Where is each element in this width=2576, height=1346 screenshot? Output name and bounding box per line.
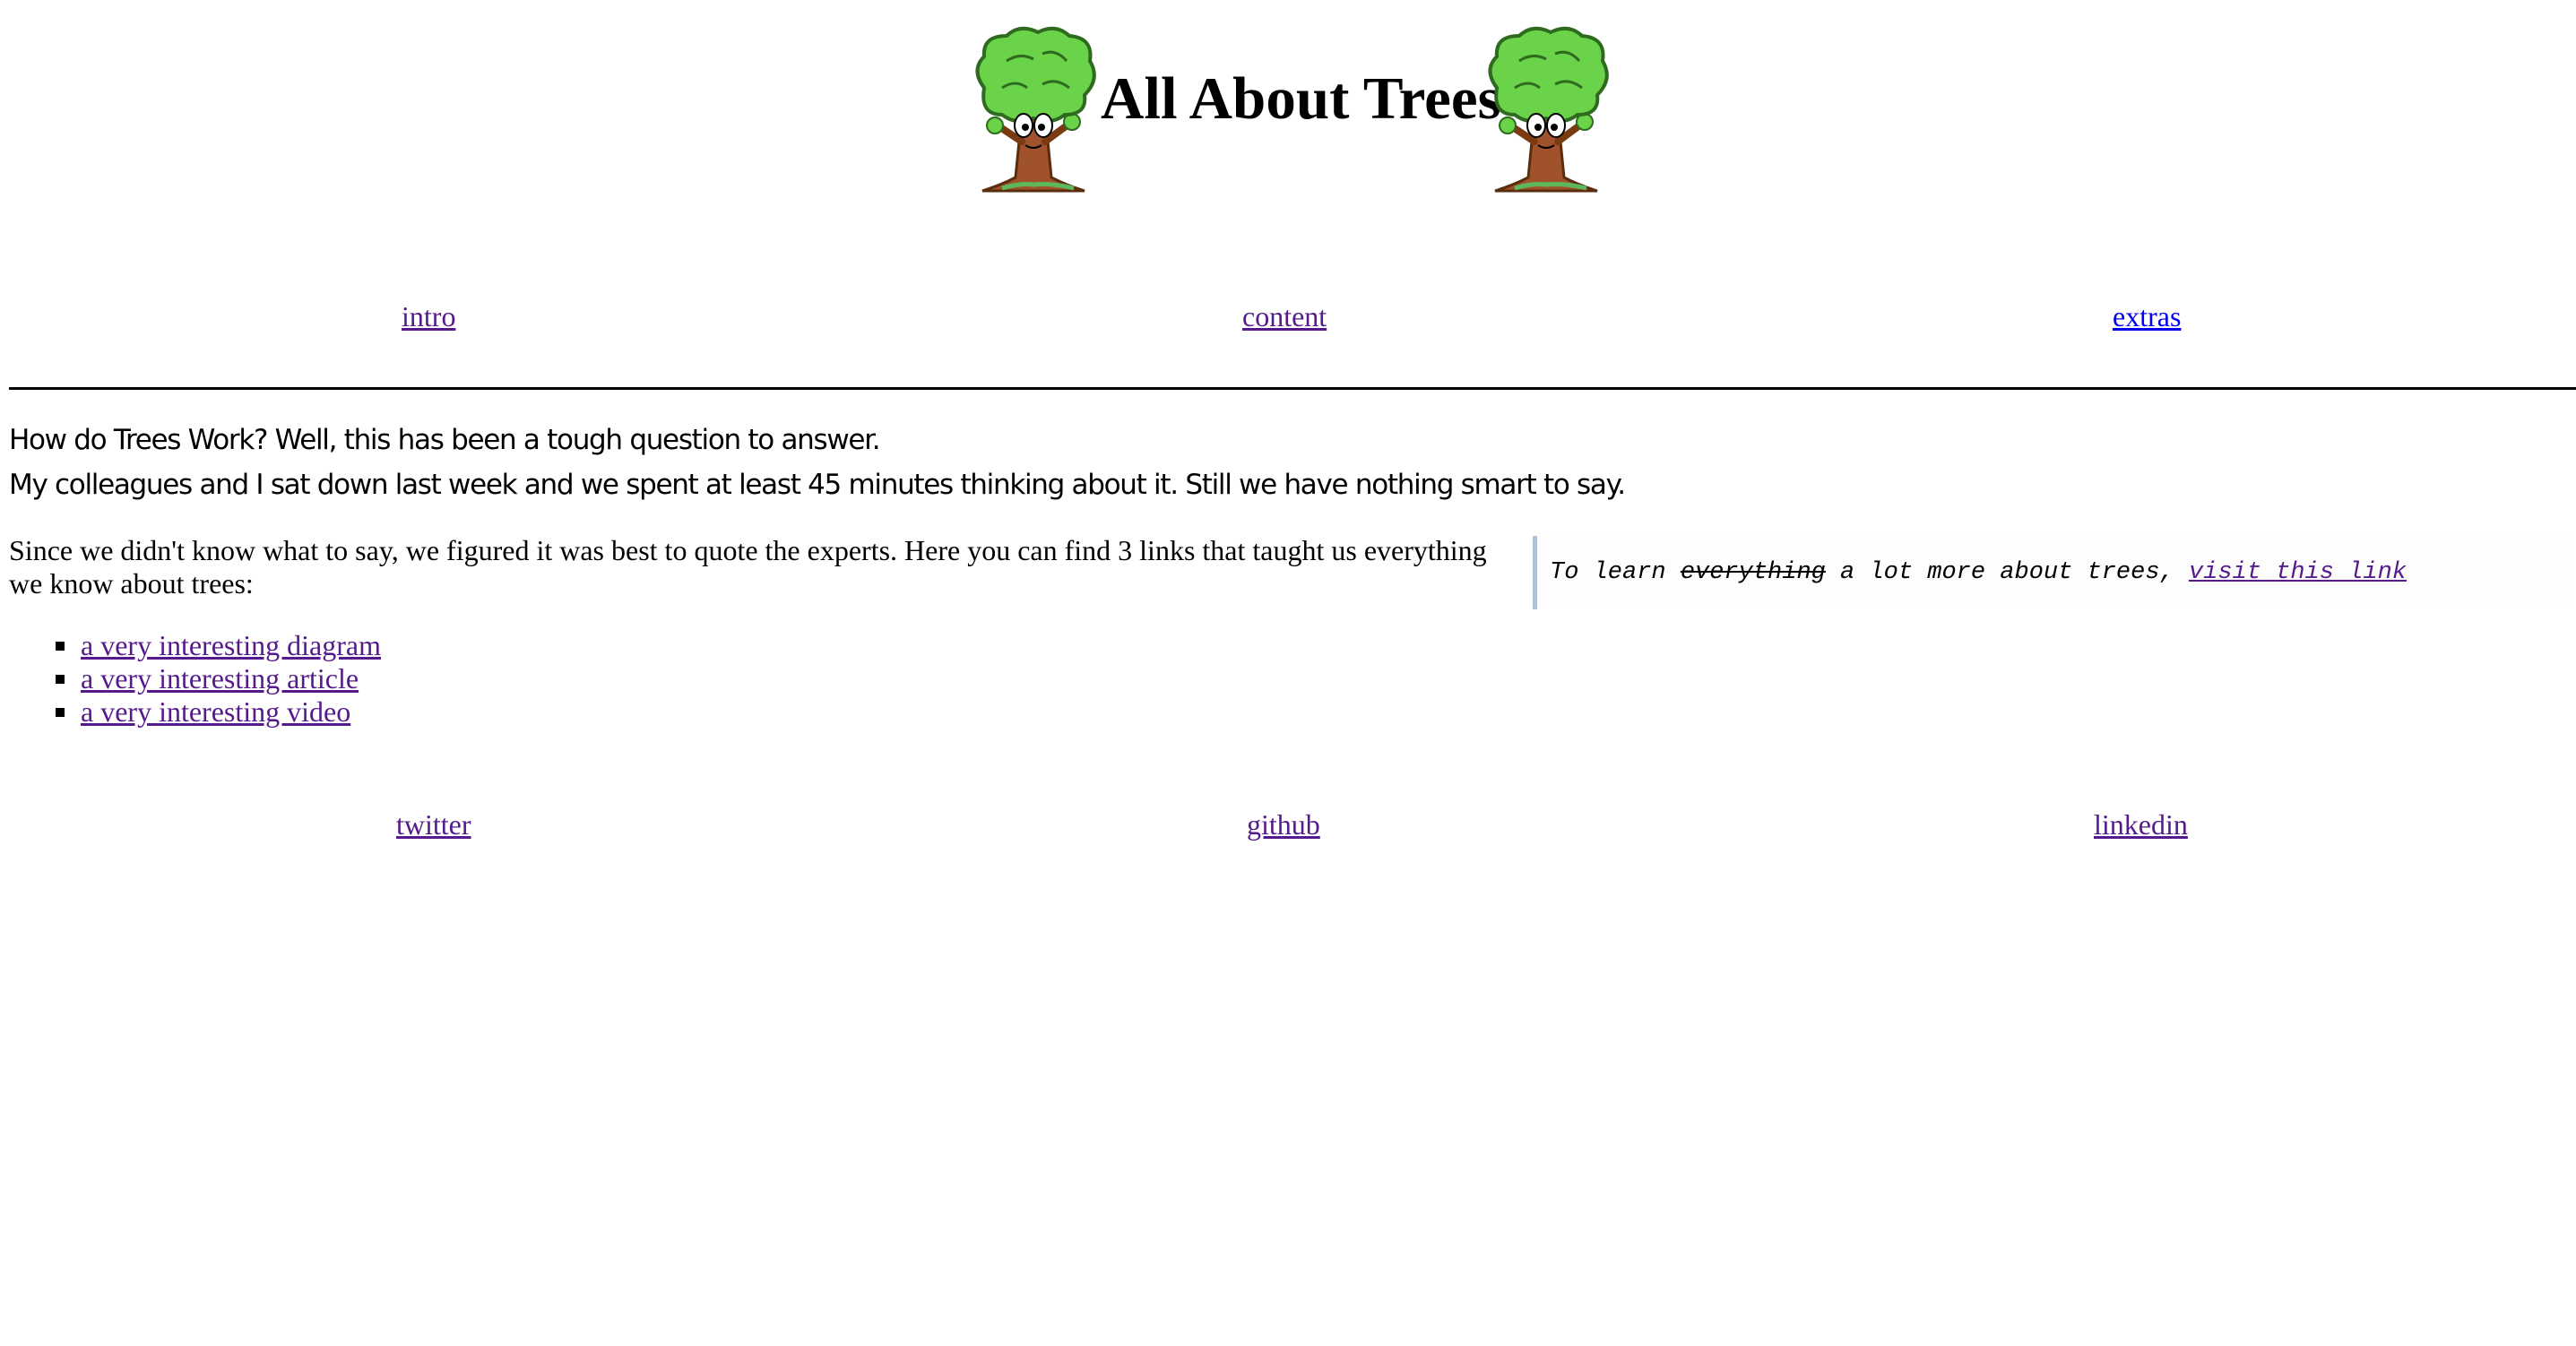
- list-item: a very interesting diagram: [9, 629, 381, 662]
- bullet: [56, 642, 65, 651]
- content-paragraph: Since we didn't know what to say, we fig…: [9, 534, 1487, 600]
- footer-link-linkedin[interactable]: linkedin: [2094, 808, 2188, 841]
- link-diagram[interactable]: a very interesting diagram: [81, 629, 381, 661]
- link-video[interactable]: a very interesting video: [81, 695, 350, 728]
- page-title: All About Trees: [1101, 65, 1501, 132]
- aside-prefix: To learn: [1550, 559, 1681, 586]
- nav-link-intro[interactable]: intro: [402, 300, 455, 333]
- footer: twitter github linkedin: [0, 808, 2576, 844]
- links-list: a very interesting diagram a very intere…: [9, 629, 381, 729]
- footer-link-twitter[interactable]: twitter: [396, 808, 471, 841]
- nav-bar: intro content extras: [0, 300, 2576, 336]
- intro-text: How do Trees Work? Well, this has been a…: [9, 418, 1626, 507]
- nav-link-content[interactable]: content: [1242, 300, 1327, 333]
- page: All About Trees intro content extras How…: [0, 0, 2576, 1346]
- list-item: a very interesting video: [9, 695, 381, 729]
- cartoon-tree-icon: [1488, 26, 1609, 193]
- visit-link[interactable]: visit this link: [2189, 559, 2407, 586]
- bullet: [56, 675, 65, 684]
- aside-quote: To learn everything a lot more about tre…: [1533, 536, 2572, 609]
- divider: [9, 387, 2576, 390]
- nav-link-extras[interactable]: extras: [2113, 300, 2181, 333]
- bullet: [56, 708, 65, 717]
- link-article[interactable]: a very interesting article: [81, 662, 359, 695]
- list-item: a very interesting article: [9, 662, 381, 695]
- aside-middle: a lot more about trees,: [1825, 559, 2189, 586]
- intro-line-2: My colleagues and I sat down last week a…: [9, 469, 1626, 501]
- cartoon-tree-icon: [975, 26, 1096, 193]
- footer-link-github[interactable]: github: [1247, 808, 1320, 841]
- intro-line-1: How do Trees Work? Well, this has been a…: [9, 424, 881, 456]
- aside-struck-text: everything: [1680, 559, 1826, 586]
- header: All About Trees: [0, 25, 2576, 204]
